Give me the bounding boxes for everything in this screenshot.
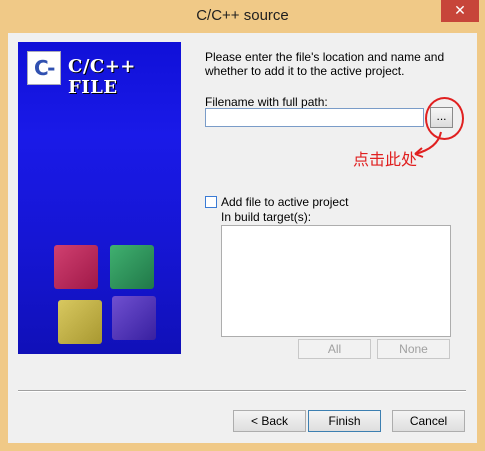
annotation-text: 点击此处 bbox=[353, 150, 418, 169]
back-button[interactable]: < Back bbox=[233, 410, 306, 432]
close-icon: ✕ bbox=[454, 2, 466, 18]
filename-input[interactable] bbox=[205, 108, 424, 127]
build-targets-list[interactable] bbox=[221, 225, 451, 337]
cube-yellow-icon bbox=[58, 300, 102, 344]
cube-green-icon bbox=[110, 245, 154, 289]
wizard-banner: C- C/C++ FILE bbox=[18, 42, 181, 354]
dialog-window: C/C++ source ✕ C- C/C++ FILE Please ente… bbox=[0, 0, 485, 451]
cancel-button[interactable]: Cancel bbox=[392, 410, 465, 432]
cube-purple-icon bbox=[112, 296, 156, 340]
logo-text: C- bbox=[34, 56, 55, 80]
dialog-body: C- C/C++ FILE Please enter the file's lo… bbox=[8, 33, 477, 443]
instructions-text: Please enter the file's location and nam… bbox=[205, 50, 445, 78]
banner-title: C/C++ FILE bbox=[68, 56, 136, 98]
footer-divider bbox=[18, 390, 466, 392]
cube-red-icon bbox=[54, 245, 98, 289]
close-button[interactable]: ✕ bbox=[441, 0, 479, 22]
finish-button[interactable]: Finish bbox=[308, 410, 381, 432]
add-to-project-label[interactable]: Add file to active project bbox=[221, 195, 348, 209]
filename-label: Filename with full path: bbox=[205, 95, 328, 109]
all-button[interactable]: All bbox=[298, 339, 371, 359]
codeblocks-logo-icon: C- bbox=[27, 51, 61, 85]
window-title: C/C++ source bbox=[196, 7, 289, 24]
title-bar[interactable]: C/C++ source ✕ bbox=[0, 0, 485, 32]
add-to-project-checkbox[interactable] bbox=[205, 196, 217, 208]
build-targets-label: In build target(s): bbox=[221, 210, 312, 224]
none-button[interactable]: None bbox=[377, 339, 450, 359]
